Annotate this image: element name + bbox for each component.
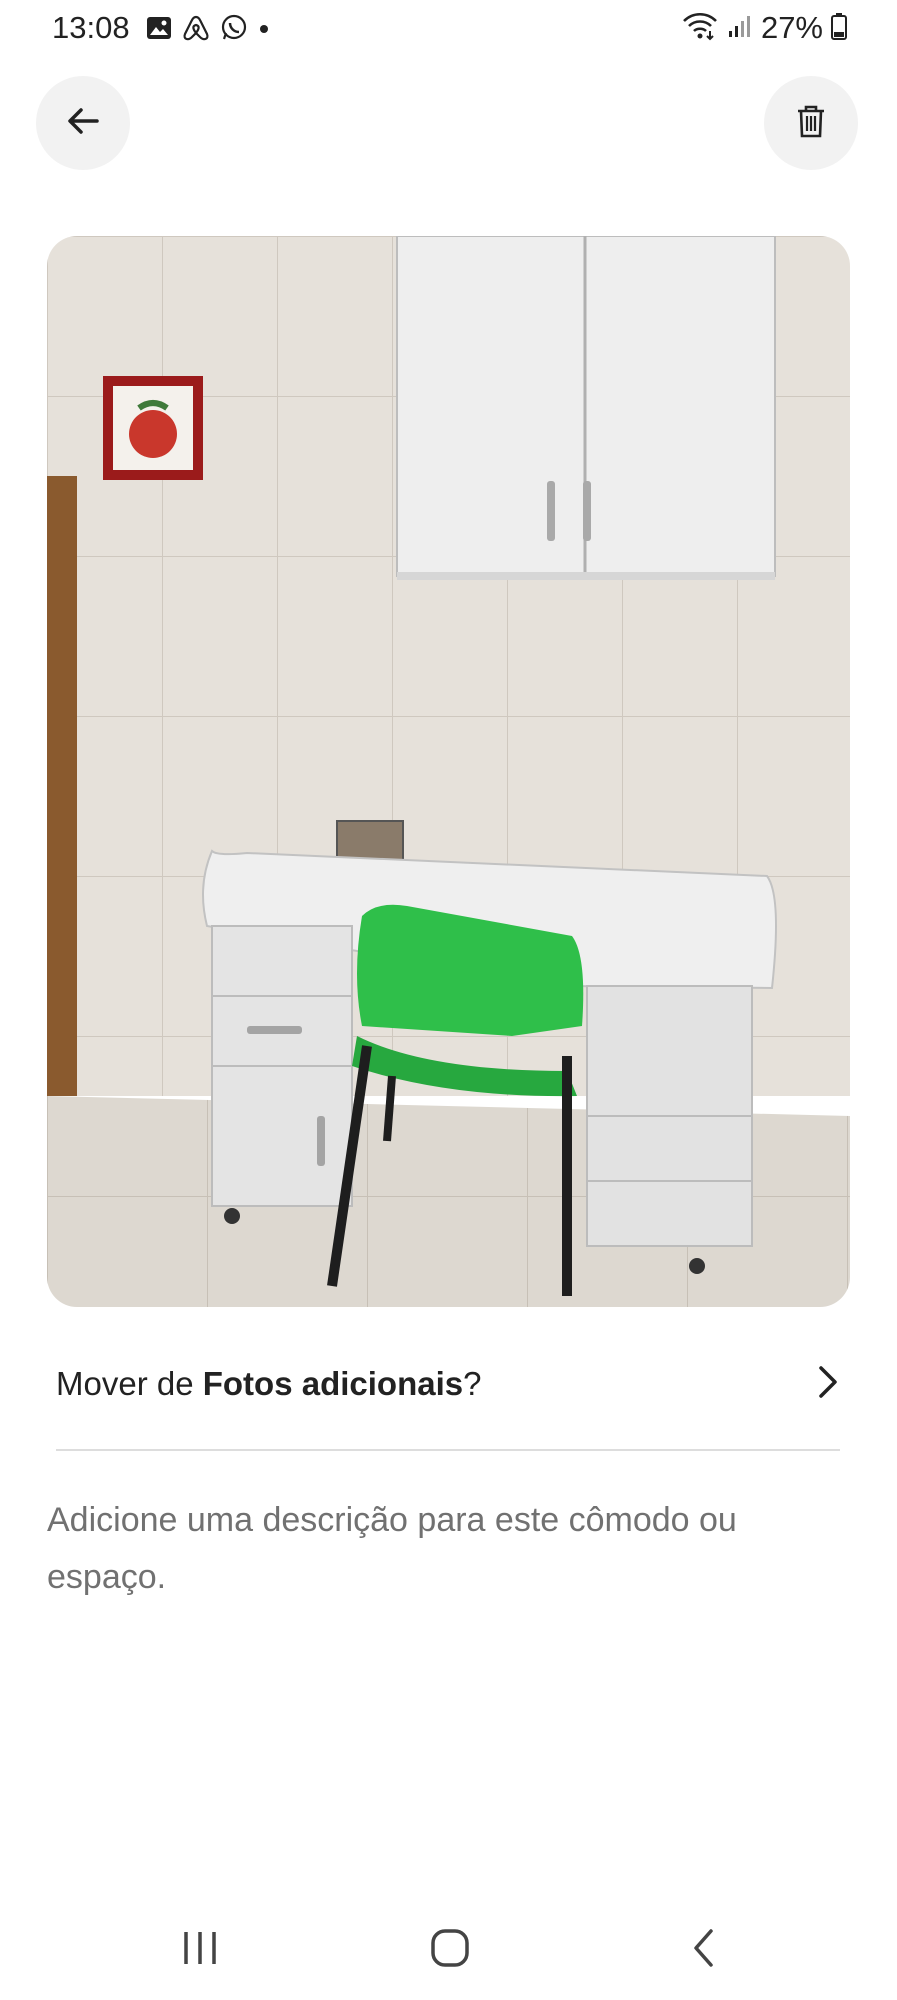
door-frame [47, 476, 77, 1096]
battery-percent: 27% [760, 10, 823, 45]
chevron-right-icon [816, 1364, 840, 1405]
recent-apps-icon [180, 1930, 220, 1971]
status-notification-icons [146, 14, 270, 47]
description-input[interactable]: Adicione uma descrição para este cômodo … [47, 1492, 847, 1606]
gallery-icon [146, 15, 172, 46]
home-icon [430, 1928, 470, 1973]
move-suffix: ? [463, 1365, 482, 1402]
airbnb-icon [182, 14, 210, 47]
trash-icon [796, 104, 826, 143]
move-album-text: Mover de Fotos adicionais? [56, 1365, 481, 1403]
move-prefix: Mover de [56, 1365, 203, 1402]
system-nav-bar [0, 1900, 897, 2000]
wall-cabinet [396, 236, 776, 580]
signal-icon [727, 13, 753, 44]
recent-apps-button[interactable] [160, 1920, 240, 1980]
status-bar: 13:08 27% [0, 0, 897, 64]
dot-icon [258, 22, 270, 40]
arrow-left-icon [65, 103, 101, 144]
battery-icon [831, 12, 847, 45]
delete-button[interactable] [764, 76, 858, 170]
status-time: 13:08 [52, 10, 130, 45]
back-button[interactable] [36, 76, 130, 170]
back-chevron-icon [691, 1928, 717, 1973]
status-system-icons: 27% [681, 10, 847, 46]
nav-back-button[interactable] [664, 1920, 744, 1980]
home-button[interactable] [410, 1920, 490, 1980]
album-name: Fotos adicionais [202, 1365, 464, 1402]
divider [56, 1449, 840, 1451]
wifi-icon [681, 11, 719, 46]
wall-picture [103, 376, 203, 480]
move-album-row[interactable]: Mover de Fotos adicionais? [56, 1340, 840, 1428]
room-photo[interactable] [47, 236, 850, 1307]
whatsapp-icon [220, 14, 248, 47]
